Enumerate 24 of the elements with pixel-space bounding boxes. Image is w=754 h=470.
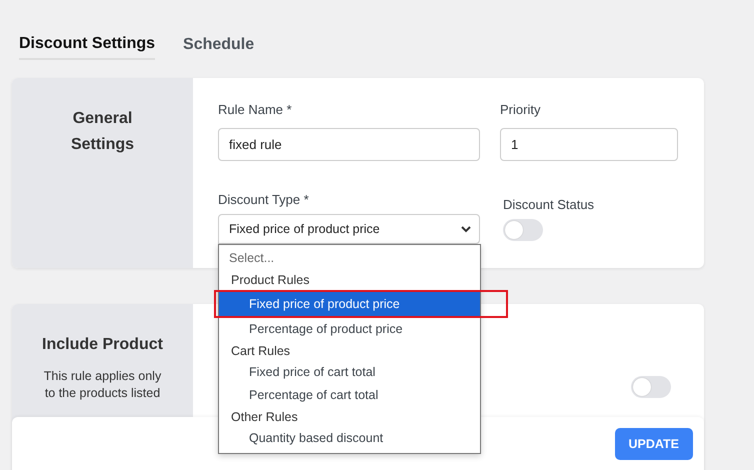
toggle-switch[interactable] (503, 219, 543, 241)
section-description: This rule applies only to the products listed (42, 368, 162, 402)
discount-type-select[interactable]: Fixed price of product price (218, 214, 480, 244)
dropdown-option[interactable]: Quantity based discount (219, 427, 480, 450)
rule-name-field[interactable]: fixed rule (218, 128, 480, 161)
priority-field[interactable]: 1 (500, 128, 678, 161)
option-group-label: Product Rules (230, 272, 311, 289)
section-title: General Settings (70, 109, 136, 155)
section-title: Include Product (42, 336, 163, 354)
tab[interactable]: Discount Settings (19, 34, 156, 60)
update-button[interactable]: UPDATE (614, 428, 693, 460)
chevron-icon (461, 226, 471, 232)
field-label: Discount Type * (218, 192, 310, 209)
dropdown-placeholder[interactable]: Select... (219, 247, 480, 270)
option-group-label: Other Rules (230, 409, 299, 426)
tab[interactable]: Schedule (183, 34, 254, 60)
dropdown-option[interactable]: Percentage of product price (219, 318, 480, 341)
dropdown-option[interactable]: Fixed price of cart total (219, 361, 480, 384)
option-group-label: Cart Rules (230, 343, 292, 360)
dropdown-option[interactable]: Percentage of cart total (219, 384, 480, 407)
field-label: Rule Name * (218, 102, 293, 119)
field-label: Priority (500, 102, 542, 119)
field-label: Discount Status (502, 197, 596, 214)
toggle-switch[interactable] (631, 376, 671, 398)
